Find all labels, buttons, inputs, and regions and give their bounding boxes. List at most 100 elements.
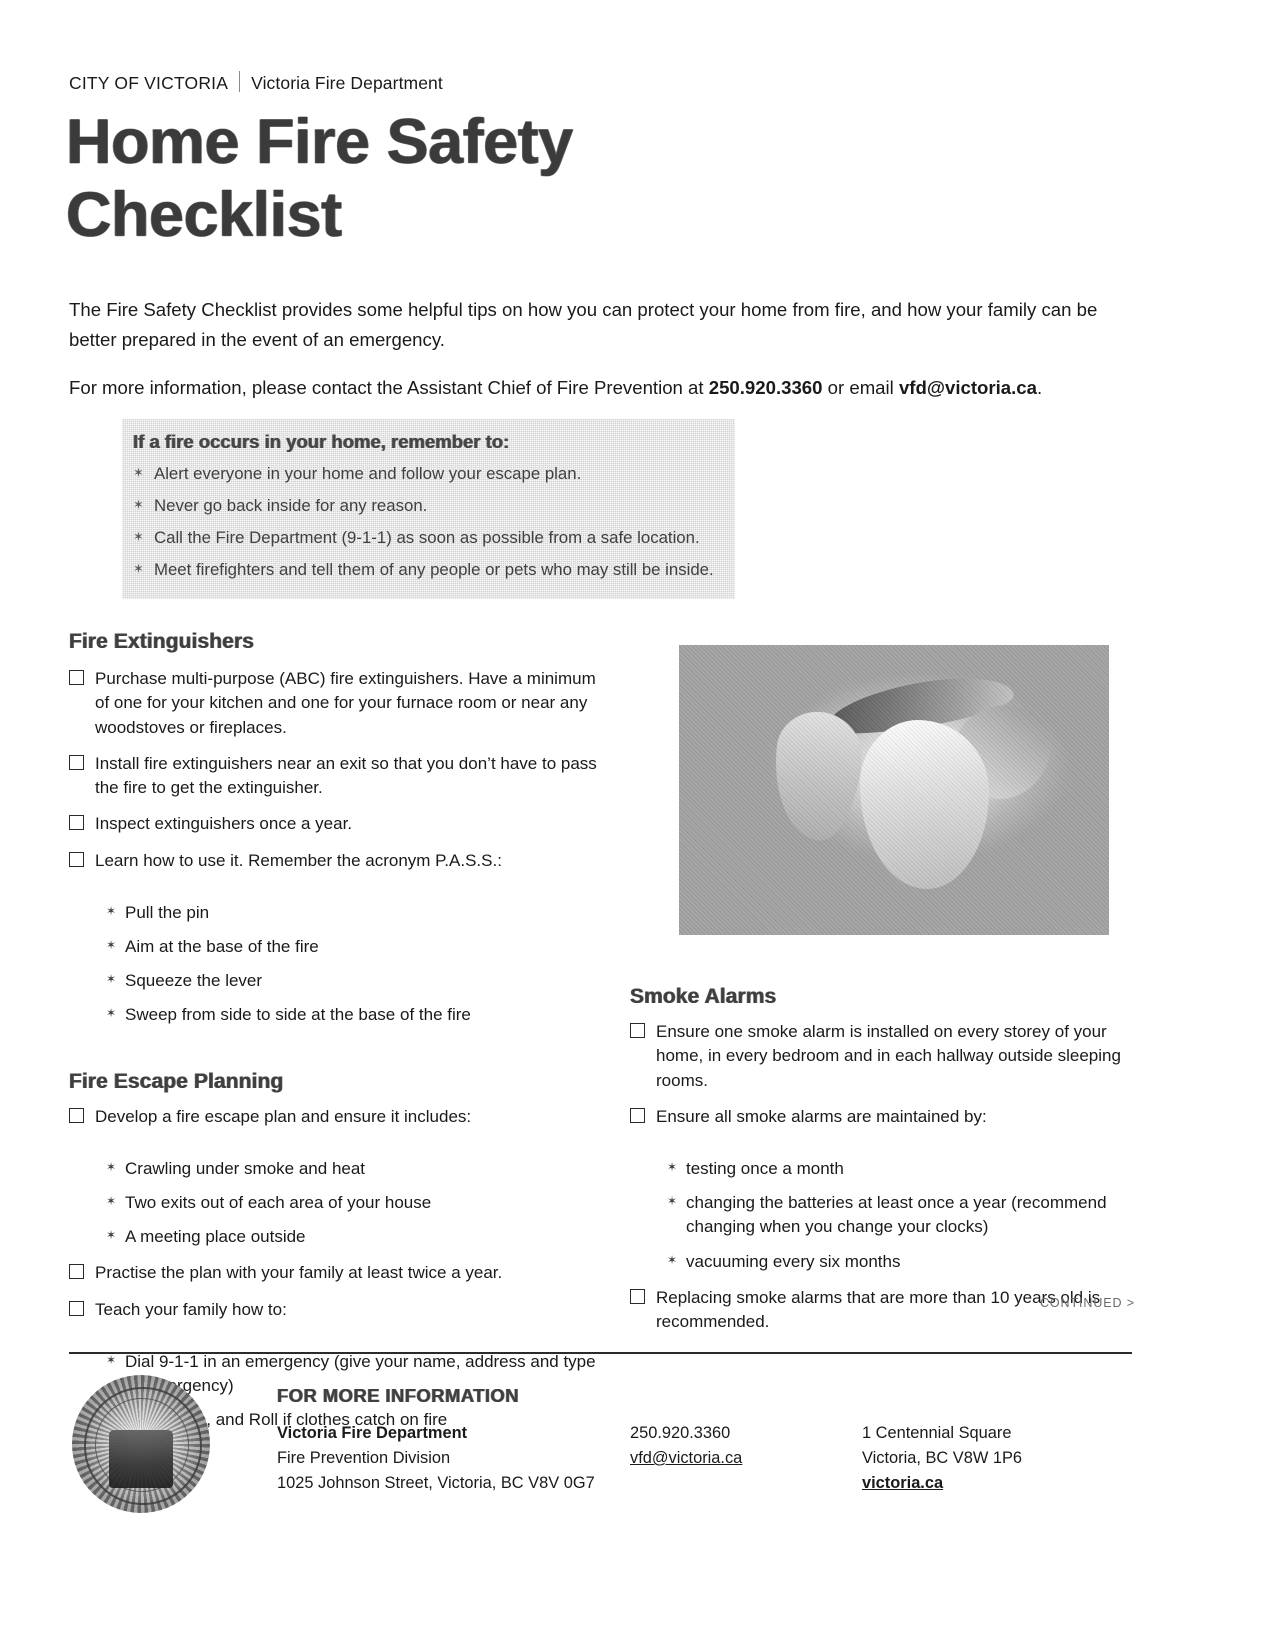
checklist-item[interactable]: Ensure all smoke alarms are maintained b… [630,1105,1140,1129]
callout-item-text: Alert everyone in your home and follow y… [154,464,582,483]
callout-item: ✶ Meet firefighters and tell them of any… [133,560,725,581]
checklist-item[interactable]: Practise the plan with your family at le… [69,1261,609,1285]
checklist-item[interactable]: Inspect extinguishers once a year. [69,812,609,836]
checklist-item[interactable]: Learn how to use it. Remember the acrony… [69,849,609,873]
escape-plan-includes-list: ✶ Crawling under smoke and heat ✶ Two ex… [69,1157,609,1249]
list-item: ✶ Squeeze the lever [69,969,609,993]
contact-paragraph: For more information, please contact the… [69,373,1132,403]
checkbox-icon[interactable] [69,754,84,770]
diamond-bullet-icon: ✶ [667,1160,678,1175]
diamond-bullet-icon: ✶ [106,1006,117,1021]
checklist-item-text: Purchase multi-purpose (ABC) fire exting… [95,669,596,737]
diamond-bullet-icon: ✶ [667,1194,678,1209]
diamond-bullet-icon: ✶ [106,972,117,987]
page-title: Home Fire Safety Checklist [66,106,766,252]
checklist-item[interactable]: Develop a fire escape plan and ensure it… [69,1105,609,1129]
checkbox-icon[interactable] [69,851,84,867]
checkbox-icon[interactable] [69,1107,84,1123]
diamond-bullet-icon: ✶ [133,465,144,480]
list-item: ✶ A meeting place outside [69,1225,609,1249]
document-page: CITY OF VICTORIA Victoria Fire Departmen… [0,0,1275,1650]
checklist-item[interactable]: Purchase multi-purpose (ABC) fire exting… [69,667,609,740]
diamond-bullet-icon: ✶ [106,1352,117,1367]
diamond-bullet-icon: ✶ [667,1252,678,1267]
footer-columns: Victoria Fire Department Fire Prevention… [277,1421,1137,1496]
left-column: Fire Extinguishers Purchase multi-purpos… [69,630,609,1444]
checkbox-icon[interactable] [630,1023,645,1038]
diamond-bullet-icon: ✶ [106,1228,117,1243]
list-item: ✶ testing once a month [630,1157,1140,1181]
right-column: Smoke Alarms Ensure one smoke alarm is i… [630,985,1140,1346]
list-item: ✶ Sweep from side to side at the base of… [69,1003,609,1027]
masthead-city: CITY OF VICTORIA [69,73,229,93]
checklist-item-text: Ensure one smoke alarm is installed on e… [656,1022,1121,1090]
checkbox-icon[interactable] [69,1264,84,1280]
checkbox-icon[interactable] [69,1300,84,1316]
firefighter-photo [679,645,1109,935]
callout-item: ✶ Call the Fire Department (9-1-1) as so… [133,528,725,549]
footer-email-link[interactable]: vfd@victoria.ca [630,1446,742,1471]
diamond-bullet-icon: ✶ [133,496,144,512]
fire-emergency-callout: If a fire occurs in your home, remember … [122,419,735,599]
smoke-alarm-maintenance-list: ✶ testing once a month ✶ changing the ba… [630,1157,1140,1274]
list-item: ✶ Crawling under smoke and heat [69,1157,609,1181]
list-item: ✶ vacuuming every six months [630,1250,1140,1274]
checklist-item-text: Practise the plan with your family at le… [95,1263,503,1283]
masthead-department: Victoria Fire Department [251,73,443,93]
intro-text: The Fire Safety Checklist provides some … [69,295,1132,421]
checklist-item[interactable]: Teach your family how to: [69,1298,609,1322]
page-title-line-2: Checklist [66,180,342,251]
intro-paragraph: The Fire Safety Checklist provides some … [69,299,1098,351]
diamond-bullet-icon: ✶ [133,560,144,576]
footer-website-link[interactable]: victoria.ca [862,1471,943,1496]
list-item-text: changing the batteries at least once a y… [686,1193,1107,1237]
checklist-item-text: Inspect extinguishers once a year. [95,814,353,834]
footer-column-contact: 250.920.3360 vfd@victoria.ca [630,1421,862,1496]
callout-item-text: Meet firefighters and tell them of any p… [154,559,714,579]
list-item-text: A meeting place outside [125,1227,306,1247]
footer-street-address: 1025 Johnson Street, Victoria, BC V8V 0G… [277,1473,595,1492]
checkbox-icon[interactable] [69,815,84,831]
checklist-item-text: Teach your family how to: [95,1299,287,1319]
diamond-bullet-icon: ✶ [106,938,117,953]
continued-marker: CONTINUED > [1040,1296,1135,1310]
callout-item: ✶ Never go back inside for any reason. [133,496,725,517]
checklist-item[interactable]: Ensure one smoke alarm is installed on e… [630,1020,1140,1093]
list-item-text: Aim at the base of the fire [125,937,319,957]
footer-column-address: Victoria Fire Department Fire Prevention… [277,1421,630,1496]
section-heading-fire-escape-planning: Fire Escape Planning [69,1069,284,1093]
list-item-text: Two exits out of each area of your house [125,1193,432,1212]
list-item-text: vacuuming every six months [686,1251,901,1271]
list-item-text: Pull the pin [125,903,210,923]
list-item: ✶ Two exits out of each area of your hou… [69,1191,609,1215]
callout-title: If a fire occurs in your home, remember … [133,431,510,452]
diamond-bullet-icon: ✶ [133,528,144,544]
checkbox-icon[interactable] [69,670,84,685]
checkbox-icon[interactable] [630,1288,645,1304]
list-item: ✶ changing the batteries at least once a… [630,1191,1140,1239]
footer-phone: 250.920.3360 [630,1424,731,1442]
photo-grain-overlay [679,645,1109,935]
footer-heading: FOR MORE INFORMATION [277,1385,519,1406]
list-item-text: Squeeze the lever [125,971,263,991]
checkbox-icon[interactable] [630,1107,645,1123]
checklist-item-text: Develop a fire escape plan and ensure it… [95,1106,472,1126]
footer-division-name: Fire Prevention Division [277,1448,451,1467]
checklist-item[interactable]: Install fire extinguishers near an exit … [69,752,609,801]
callout-item: ✶ Alert everyone in your home and follow… [133,464,725,485]
diamond-bullet-icon: ✶ [106,1194,117,1208]
callout-item-text: Never go back inside for any reason. [154,495,428,515]
checklist-item-text: Learn how to use it. Remember the acrony… [95,850,502,870]
diamond-bullet-icon: ✶ [106,1159,117,1174]
list-item: ✶ Pull the pin [69,901,609,925]
footer-column-city-hall: 1 Centennial Square Victoria, BC V8W 1P6… [862,1421,1122,1496]
list-item-text: Crawling under smoke and heat [125,1158,366,1178]
checklist-item-text: Install fire extinguishers near an exit … [95,753,597,798]
list-item-text: Sweep from side to side at the base of t… [125,1005,471,1025]
callout-list: ✶ Alert everyone in your home and follow… [133,464,725,592]
